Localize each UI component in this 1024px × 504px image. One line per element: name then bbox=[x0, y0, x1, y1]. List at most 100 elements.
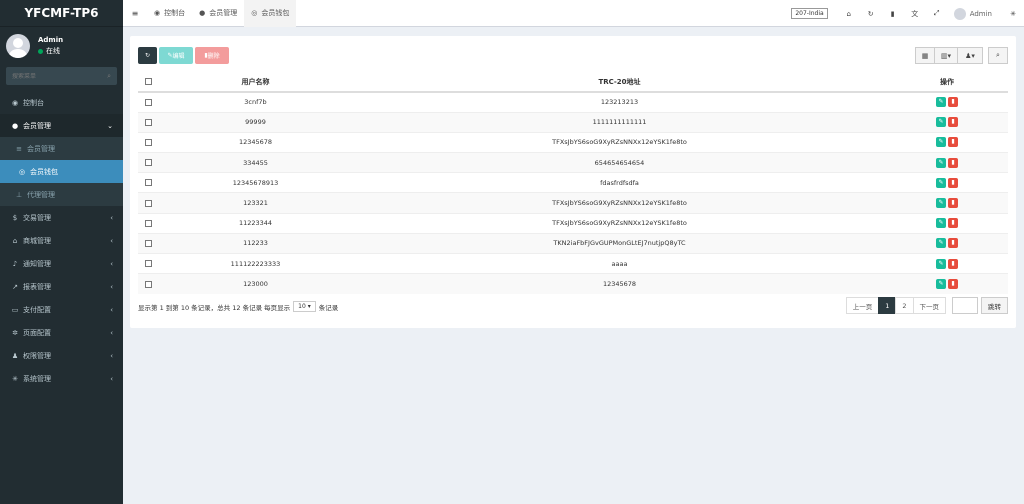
region-badge[interactable]: 207-India bbox=[791, 8, 828, 19]
edit-button[interactable]: ✎ 编辑 bbox=[159, 47, 193, 64]
search-button[interactable]: ⌕ bbox=[988, 47, 1008, 64]
pagination: 上一页 1 2 下一页 跳转 bbox=[845, 297, 1008, 314]
sidebar-item-permission[interactable]: ♟ 权限管理 ‹ bbox=[0, 344, 123, 367]
cell-address: 1111111111111 bbox=[353, 111, 886, 133]
cell-address: TFXsJbYS6soG9XyRZsNNXx12eYSK1fe8to bbox=[353, 192, 886, 214]
row-edit-button[interactable]: ✎ bbox=[936, 198, 946, 209]
row-checkbox[interactable] bbox=[144, 118, 152, 126]
table-row: 11223344 TFXsJbYS6soG9XyRZsNNXx12eYSK1fe… bbox=[138, 212, 1008, 234]
row-checkbox[interactable] bbox=[144, 98, 152, 106]
users-icon: ♟ bbox=[11, 351, 19, 360]
dollar-icon: $ bbox=[12, 213, 18, 222]
sitemap-icon: ⊥ bbox=[15, 190, 23, 199]
row-delete-button[interactable]: ▮ bbox=[948, 137, 958, 148]
chevron-left-icon: ‹ bbox=[110, 259, 113, 268]
row-delete-button[interactable]: ▮ bbox=[948, 177, 958, 188]
topbar: ≡ ◉ 控制台 ● 会员管理 ◎ 会员钱包 207-India ⌂ ↻ ▮ 文 ⤢ A… bbox=[123, 0, 1024, 27]
export-button[interactable]: ♟▾ bbox=[957, 47, 983, 64]
bell-icon: ♪ bbox=[12, 259, 18, 268]
row-checkbox[interactable] bbox=[144, 239, 152, 247]
sidebar-item-trade[interactable]: $ 交易管理 ‹ bbox=[0, 206, 123, 229]
sidebar-item-payment[interactable]: ▭ 支付配置 ‹ bbox=[0, 298, 123, 321]
table-row: 123321 TFXsJbYS6soG9XyRZsNNXx12eYSK1fe8t… bbox=[138, 192, 1008, 214]
jump-button[interactable]: 跳转 bbox=[981, 297, 1008, 314]
row-checkbox[interactable] bbox=[144, 138, 152, 146]
row-edit-button[interactable]: ✎ bbox=[936, 258, 946, 269]
dashboard-icon: ◉ bbox=[11, 98, 19, 107]
tab-member-wallet[interactable]: ◎ 会员钱包 bbox=[244, 0, 297, 27]
row-edit-button[interactable]: ✎ bbox=[936, 137, 946, 148]
page-size-select[interactable]: 10 ▾ bbox=[293, 301, 316, 312]
toggle-view-button[interactable]: ▦ bbox=[915, 47, 935, 64]
sidebar-subitem-agent[interactable]: ⊥ 代理管理 bbox=[0, 183, 123, 206]
cell-address: TFXsJbYS6soG9XyRZsNNXx12eYSK1fe8to bbox=[353, 212, 886, 234]
row-edit-button[interactable]: ✎ bbox=[936, 218, 946, 229]
row-delete-button[interactable]: ▮ bbox=[948, 218, 958, 229]
home-icon[interactable]: ⌂ bbox=[838, 10, 860, 18]
topbar-avatar[interactable] bbox=[953, 7, 966, 20]
sidebar-item-dashboard[interactable]: ◉ 控制台 bbox=[0, 91, 123, 114]
row-edit-button[interactable]: ✎ bbox=[936, 279, 946, 290]
tab-members[interactable]: ● 会员管理 bbox=[192, 0, 244, 27]
language-icon[interactable]: 文 bbox=[904, 9, 926, 19]
brand-logo[interactable]: YFCMF-TP6 bbox=[0, 0, 123, 27]
cell-address: TFXsJbYS6soG9XyRZsNNXx12eYSK1fe8to bbox=[353, 131, 886, 153]
sidebar-subitem-member-manage[interactable]: ≡ 会员管理 bbox=[0, 137, 123, 160]
menu-toggle-icon[interactable]: ≡ bbox=[123, 9, 147, 18]
search-icon[interactable]: ⌕ bbox=[107, 72, 111, 81]
row-checkbox[interactable] bbox=[144, 219, 152, 227]
sidebar-search-input[interactable] bbox=[12, 72, 108, 80]
columns-button[interactable]: ▥▾ bbox=[934, 47, 958, 64]
row-delete-button[interactable]: ▮ bbox=[948, 258, 958, 269]
row-checkbox[interactable] bbox=[144, 260, 152, 268]
sidebar-subitem-member-wallet[interactable]: ◎ 会员钱包 bbox=[0, 160, 123, 183]
next-page-button[interactable]: 下一页 bbox=[912, 297, 946, 314]
table-toolbar: ↻ ✎ 编辑 ▮ 删除 bbox=[138, 47, 231, 64]
sidebar-search: ⌕ bbox=[6, 67, 117, 85]
delete-button[interactable]: ▮ 删除 bbox=[195, 47, 229, 64]
row-delete-button[interactable]: ▮ bbox=[948, 198, 958, 209]
trash-icon[interactable]: ▮ bbox=[882, 10, 904, 18]
row-delete-button[interactable]: ▮ bbox=[948, 238, 958, 249]
table-tools: ▦ ▥▾ ♟▾ ⌕ bbox=[915, 47, 1008, 64]
sidebar-item-mall[interactable]: ⌂ 商城管理 ‹ bbox=[0, 229, 123, 252]
row-edit-button[interactable]: ✎ bbox=[936, 238, 946, 249]
jump-page-input[interactable] bbox=[952, 297, 978, 314]
refresh-button[interactable]: ↻ bbox=[138, 47, 157, 64]
table-row: 3cnf7b 123213213 ✎ ▮ bbox=[138, 91, 1008, 113]
table-row: 123000 12345678 ✎ ▮ bbox=[138, 273, 1008, 294]
row-edit-button[interactable]: ✎ bbox=[936, 157, 946, 168]
row-delete-button[interactable]: ▮ bbox=[948, 97, 958, 108]
row-checkbox[interactable] bbox=[144, 199, 152, 207]
cell-username: 334455 bbox=[158, 152, 353, 173]
row-edit-button[interactable]: ✎ bbox=[936, 117, 946, 128]
sidebar-item-system[interactable]: ✳ 系统管理 ‹ bbox=[0, 367, 123, 390]
sidebar-item-page-config[interactable]: ✲ 页面配置 ‹ bbox=[0, 321, 123, 344]
prev-page-button[interactable]: 上一页 bbox=[845, 297, 880, 314]
col-username[interactable]: 用户名称 bbox=[158, 72, 353, 93]
select-all-checkbox[interactable] bbox=[144, 78, 152, 85]
row-delete-button[interactable]: ▮ bbox=[948, 279, 958, 290]
row-edit-button[interactable]: ✎ bbox=[936, 97, 946, 108]
col-address[interactable]: TRC-20地址 bbox=[353, 72, 886, 93]
sidebar-item-members[interactable]: ● 会员管理 ⌄ bbox=[0, 114, 123, 137]
tab-dashboard[interactable]: ◉ 控制台 bbox=[147, 0, 192, 27]
fullscreen-icon[interactable]: ⤢ bbox=[926, 9, 948, 18]
sidebar-item-notify[interactable]: ♪ 通知管理 ‹ bbox=[0, 252, 123, 275]
row-checkbox[interactable] bbox=[144, 159, 152, 167]
wallet-table: 用户名称 TRC-20地址 操作 3cnf7b 123213213 ✎ ▮ 999… bbox=[138, 72, 1008, 294]
row-checkbox[interactable] bbox=[144, 179, 152, 187]
row-edit-button[interactable]: ✎ bbox=[936, 177, 946, 188]
refresh-icon: ↻ bbox=[144, 52, 151, 59]
cell-username: 111122223333 bbox=[158, 252, 353, 274]
cogs-icon[interactable]: ✳ bbox=[1002, 10, 1024, 18]
row-checkbox[interactable] bbox=[144, 280, 152, 288]
sidebar-item-report[interactable]: ↗ 报表管理 ‹ bbox=[0, 275, 123, 298]
topbar-admin-name[interactable]: Admin bbox=[970, 10, 992, 18]
caret-down-icon: ▾ bbox=[307, 303, 311, 310]
page-1-button[interactable]: 1 bbox=[878, 297, 897, 314]
row-delete-button[interactable]: ▮ bbox=[948, 117, 958, 128]
row-delete-button[interactable]: ▮ bbox=[948, 157, 958, 168]
refresh-icon[interactable]: ↻ bbox=[860, 10, 882, 18]
page-2-button[interactable]: 2 bbox=[895, 297, 914, 314]
